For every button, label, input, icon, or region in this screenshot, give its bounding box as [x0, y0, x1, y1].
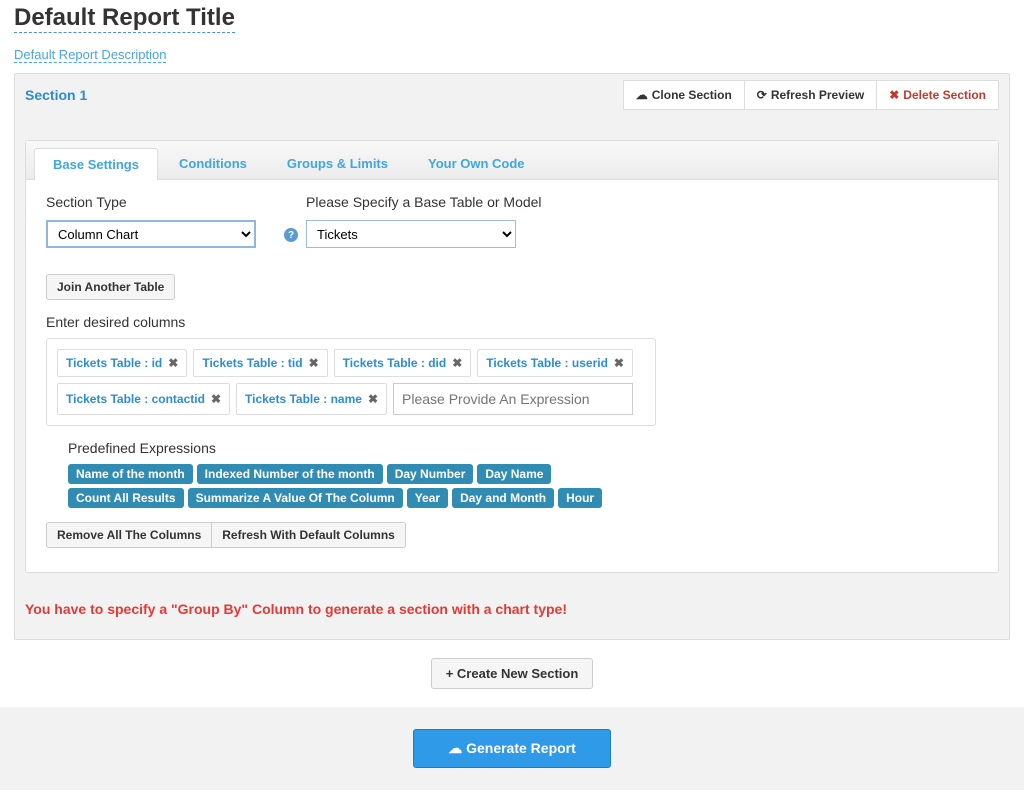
- refresh-default-columns-button[interactable]: Refresh With Default Columns: [212, 522, 406, 548]
- remove-chip-icon[interactable]: ✖: [452, 356, 462, 370]
- refresh-preview-button[interactable]: ⟳ Refresh Preview: [745, 80, 877, 110]
- base-table-label: Please Specify a Base Table or Model: [306, 194, 542, 210]
- column-chip-label: Tickets Table : contactid: [66, 392, 205, 406]
- section-panel: Section 1 ☁ Clone Section ⟳ Refresh Prev…: [14, 73, 1010, 640]
- report-title[interactable]: Default Report Title: [14, 4, 235, 33]
- generate-report-label: Generate Report: [466, 740, 576, 756]
- cloud-icon: ☁: [636, 88, 648, 102]
- error-message: You have to specify a "Group By" Column …: [25, 601, 999, 617]
- cloud-icon: ☁: [448, 740, 462, 757]
- tab-conditions[interactable]: Conditions: [160, 147, 266, 179]
- predef-chip[interactable]: Count All Results: [68, 488, 184, 508]
- predefined-expressions-title: Predefined Expressions: [68, 440, 956, 456]
- column-chip-label: Tickets Table : tid: [202, 356, 302, 370]
- column-chip-label: Tickets Table : did: [343, 356, 447, 370]
- predef-chip[interactable]: Day Number: [387, 464, 474, 484]
- column-chip-label: Tickets Table : userid: [486, 356, 608, 370]
- refresh-preview-label: Refresh Preview: [771, 88, 864, 102]
- expression-input[interactable]: [393, 383, 633, 415]
- tab-base-settings[interactable]: Base Settings: [34, 148, 158, 180]
- section-type-field: Section Type Column Chart: [46, 194, 256, 248]
- create-new-section-button[interactable]: + Create New Section: [431, 658, 594, 689]
- delete-section-button[interactable]: ✖ Delete Section: [877, 80, 999, 110]
- tab-body-base-settings: Section Type Column Chart ? Please Speci…: [26, 180, 998, 572]
- remove-chip-icon[interactable]: ✖: [309, 356, 319, 370]
- clone-section-button[interactable]: ☁ Clone Section: [623, 80, 745, 110]
- predef-chip[interactable]: Day Name: [477, 464, 551, 484]
- enter-columns-label: Enter desired columns: [46, 314, 978, 330]
- column-chip[interactable]: Tickets Table : tid ✖: [193, 349, 327, 377]
- predef-chip[interactable]: Day and Month: [452, 488, 554, 508]
- column-chip-label: Tickets Table : name: [245, 392, 362, 406]
- tab-your-own-code[interactable]: Your Own Code: [409, 147, 544, 179]
- predefined-expressions-region: Predefined Expressions Name of the month…: [46, 426, 978, 508]
- create-new-section-label: Create New Section: [457, 666, 578, 681]
- join-another-table-button[interactable]: Join Another Table: [46, 274, 175, 300]
- remove-chip-icon[interactable]: ✖: [168, 356, 178, 370]
- close-icon: ✖: [889, 88, 899, 102]
- footer-bar: ☁ Generate Report: [0, 707, 1024, 790]
- remove-chip-icon[interactable]: ✖: [211, 392, 221, 406]
- column-chip[interactable]: Tickets Table : did ✖: [334, 349, 472, 377]
- clone-section-label: Clone Section: [652, 88, 732, 102]
- remove-chip-icon[interactable]: ✖: [614, 356, 624, 370]
- tabs: Base Settings Conditions Groups & Limits…: [26, 141, 998, 180]
- remove-chip-icon[interactable]: ✖: [368, 392, 378, 406]
- tab-groups-limits[interactable]: Groups & Limits: [268, 147, 407, 179]
- predef-chip[interactable]: Summarize A Value Of The Column: [188, 488, 403, 508]
- section-settings-card: Base Settings Conditions Groups & Limits…: [25, 140, 999, 573]
- section-type-select[interactable]: Column Chart: [46, 220, 256, 248]
- section-header-actions: ☁ Clone Section ⟳ Refresh Preview ✖ Dele…: [623, 80, 999, 110]
- report-description[interactable]: Default Report Description: [14, 47, 166, 63]
- predef-chip[interactable]: Name of the month: [68, 464, 193, 484]
- predef-chip[interactable]: Indexed Number of the month: [197, 464, 383, 484]
- column-chip[interactable]: Tickets Table : id ✖: [57, 349, 187, 377]
- plus-icon: +: [446, 666, 454, 681]
- columns-box: Tickets Table : id ✖ Tickets Table : tid ✖…: [46, 338, 656, 426]
- section-name[interactable]: Section 1: [25, 87, 623, 103]
- column-chip[interactable]: Tickets Table : contactid ✖: [57, 383, 230, 415]
- generate-report-button[interactable]: ☁ Generate Report: [413, 729, 611, 768]
- predef-chip[interactable]: Hour: [558, 488, 602, 508]
- refresh-icon: ⟳: [757, 88, 767, 102]
- column-chip[interactable]: Tickets Table : userid ✖: [477, 349, 633, 377]
- help-icon[interactable]: ?: [284, 228, 298, 242]
- base-table-select[interactable]: Tickets: [306, 220, 516, 248]
- section-type-label: Section Type: [46, 194, 256, 210]
- base-table-field: Please Specify a Base Table or Model Tic…: [306, 194, 542, 248]
- column-chip-label: Tickets Table : id: [66, 356, 162, 370]
- column-chip[interactable]: Tickets Table : name ✖: [236, 383, 387, 415]
- predef-chip[interactable]: Year: [407, 488, 448, 508]
- delete-section-label: Delete Section: [903, 88, 986, 102]
- remove-all-columns-button[interactable]: Remove All The Columns: [46, 522, 212, 548]
